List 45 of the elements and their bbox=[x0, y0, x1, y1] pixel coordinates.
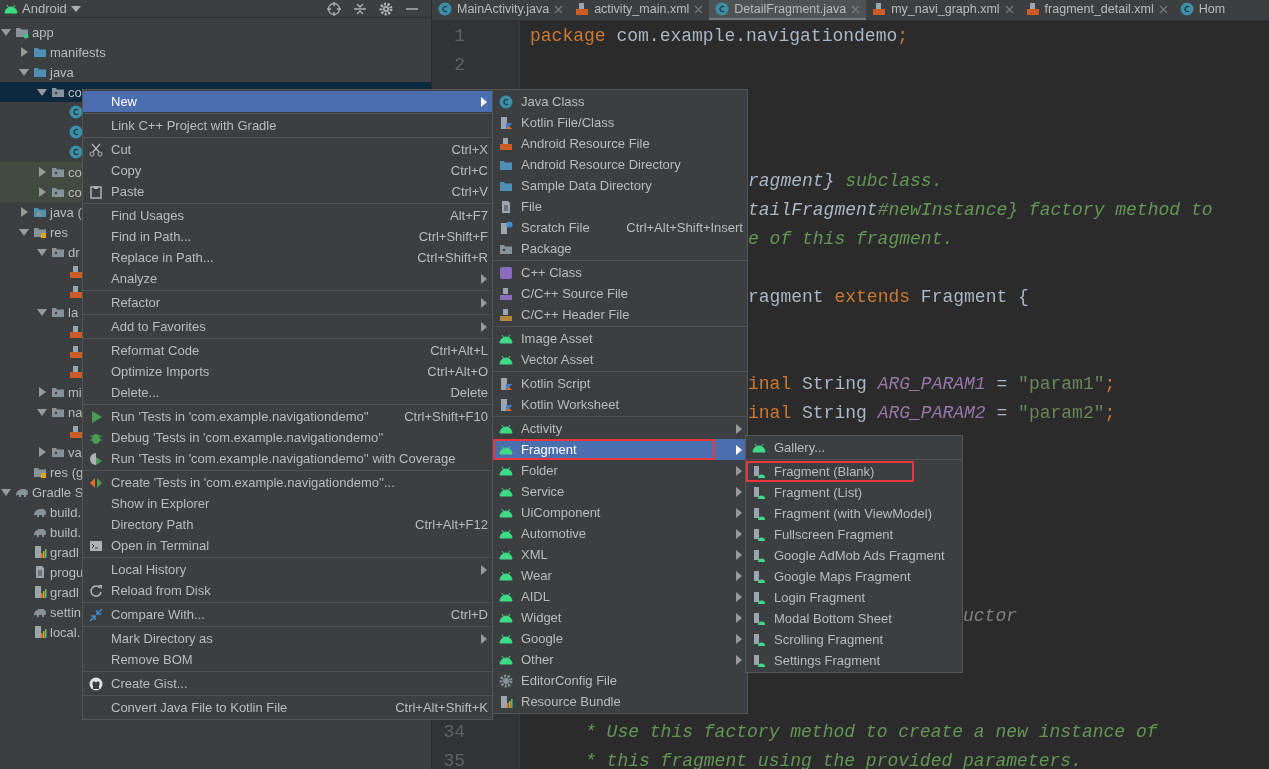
tree-item-label: progu bbox=[50, 564, 84, 580]
tree-item-label: java ( bbox=[50, 204, 82, 220]
shortcut-label: Ctrl+D bbox=[449, 607, 488, 622]
tree-item-label: java bbox=[50, 64, 74, 80]
shortcut-label: Ctrl+Alt+L bbox=[429, 343, 488, 358]
code-line: inal String ARG_PARAM1 = "param1"; bbox=[748, 376, 1116, 393]
shortcut-label: Ctrl+C bbox=[449, 163, 488, 178]
shortcut-label: Ctrl+Shift+F bbox=[417, 229, 488, 244]
tree-item-label: na bbox=[68, 404, 83, 420]
tree-item-label: co bbox=[68, 164, 82, 180]
tree-item-label: va bbox=[68, 444, 82, 460]
code-line: package com.example.navigationdemo; bbox=[530, 28, 909, 45]
shortcut-label: Ctrl+Alt+Shift+K bbox=[394, 700, 488, 715]
tree-item-label: res bbox=[50, 224, 69, 240]
shortcut-label: Delete bbox=[449, 385, 488, 400]
tree-item-label: mi bbox=[68, 384, 82, 400]
tree-item-label: local. bbox=[50, 624, 81, 640]
tree-item-label: gradl bbox=[50, 584, 79, 600]
shortcut-label: Ctrl+Alt+O bbox=[426, 364, 488, 379]
tree-item-label: build. bbox=[50, 504, 82, 520]
shortcut-label: Ctrl+X bbox=[450, 142, 488, 157]
tree-item-label: app bbox=[32, 24, 54, 40]
code-line: inal String ARG_PARAM2 = "param2"; bbox=[748, 405, 1116, 422]
tree-item-label: co bbox=[68, 84, 82, 100]
shortcut-label: Ctrl+Shift+R bbox=[416, 250, 488, 265]
code-line: ragment extends Fragment { bbox=[748, 289, 1029, 306]
tree-item-label: res (g bbox=[50, 464, 84, 480]
tree-item-label: la bbox=[68, 304, 79, 320]
tree-item-label: manifests bbox=[50, 44, 106, 60]
shortcut-label: Ctrl+Alt+Shift+Insert bbox=[625, 220, 743, 235]
code-line: ragment} subclass. bbox=[748, 173, 943, 190]
shortcut-label: Alt+F7 bbox=[449, 208, 488, 223]
tree-item-label: build. bbox=[50, 524, 82, 540]
tree-item-label: co bbox=[68, 184, 82, 200]
tree-item-label: dr bbox=[68, 244, 80, 260]
shortcut-label: Ctrl+Shift+F10 bbox=[403, 409, 488, 424]
code-line: * Use this factory method to create a new instance of bbox=[585, 724, 1158, 741]
shortcut-label: Ctrl+V bbox=[450, 184, 488, 199]
code-line: * this fragment using the provided parameters. bbox=[585, 753, 1082, 769]
tree-item-label: gradl bbox=[50, 544, 79, 560]
code-line: uctor bbox=[963, 608, 1017, 625]
code-line: tailFragment#newInstance} factory method to bbox=[748, 202, 1213, 219]
code-line: e of this fragment. bbox=[748, 231, 954, 248]
shortcut-label: Ctrl+Alt+F12 bbox=[414, 517, 488, 532]
tree-item-label: settin bbox=[50, 604, 82, 620]
